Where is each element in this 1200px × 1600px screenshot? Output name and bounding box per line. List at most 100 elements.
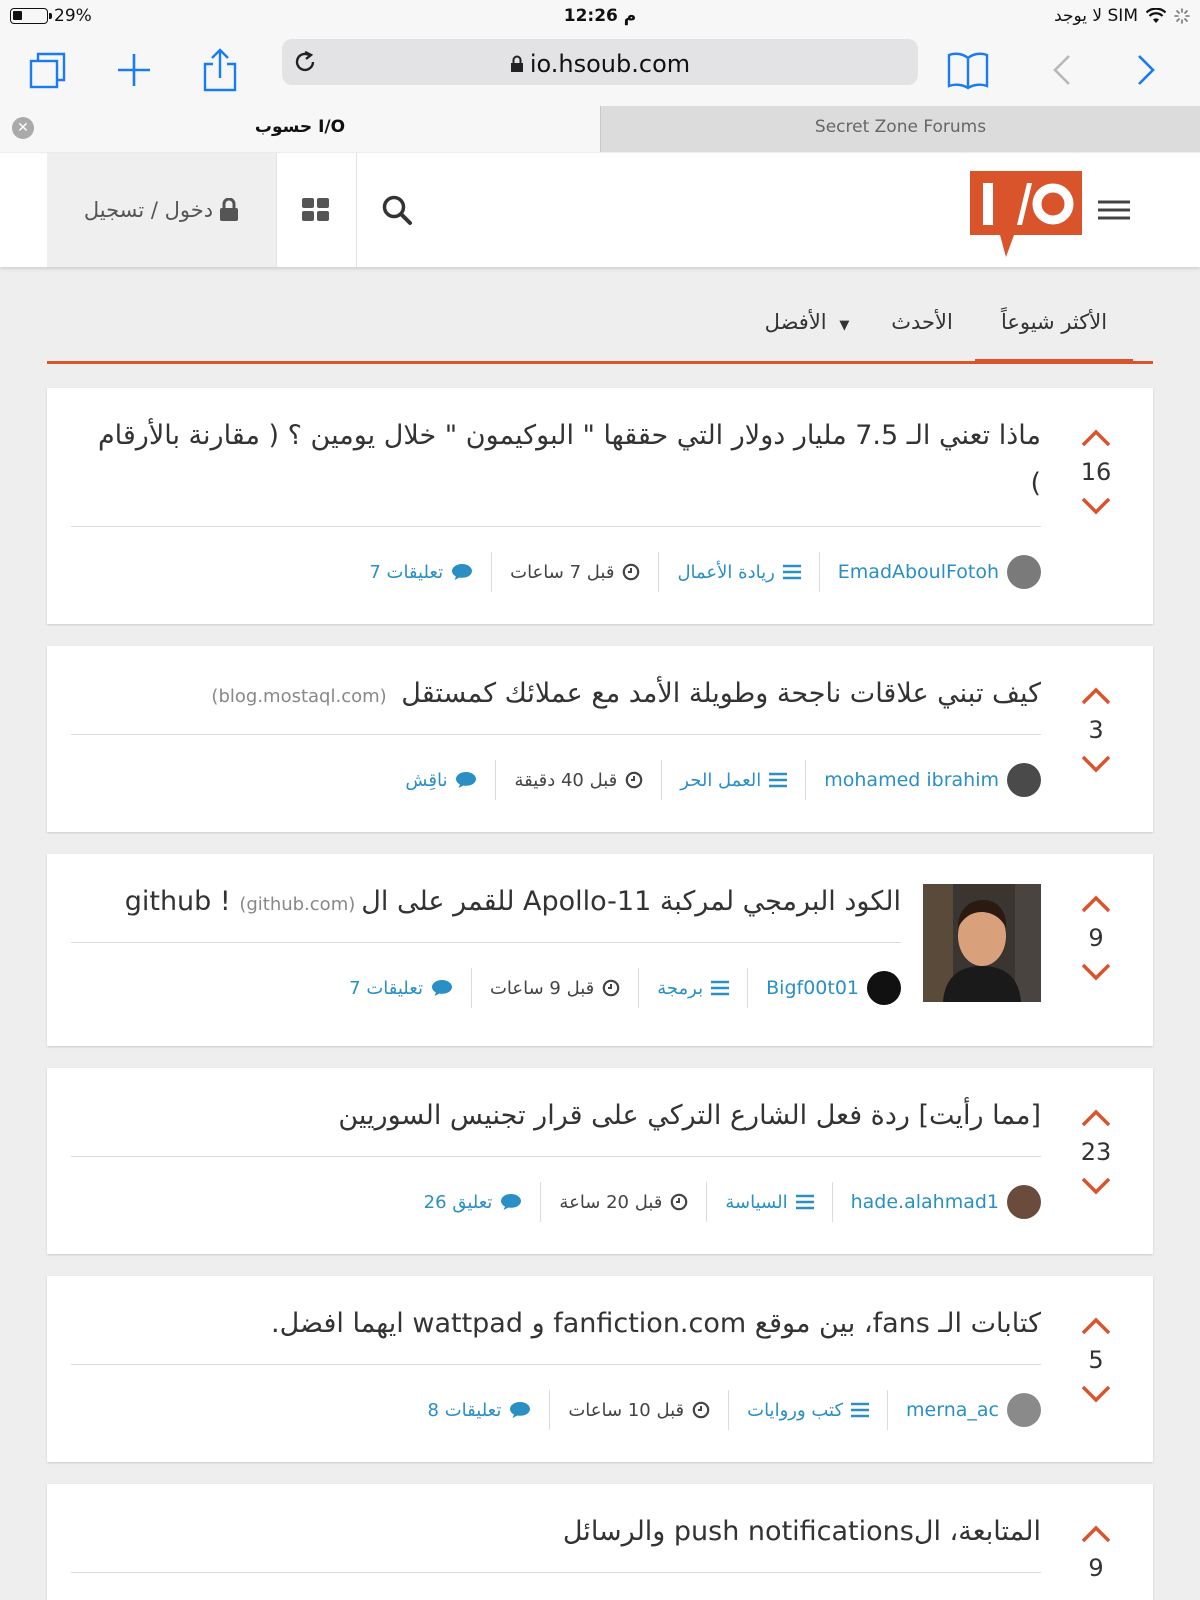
- post-title[interactable]: الكود البرمجي لمركبة Apollo-11 للقمر على…: [83, 878, 901, 929]
- list-icon: [769, 772, 788, 788]
- search-button[interactable]: [357, 153, 437, 267]
- post-author[interactable]: merna_ac: [887, 1390, 1041, 1430]
- browser-toolbar: io.hsoub.com: [0, 34, 1200, 106]
- post-card: 16 ماذا تعني الـ 7.5 مليار دولار التي حق…: [47, 388, 1153, 624]
- divider: [71, 526, 1041, 527]
- tab-title: حسوب I/O: [254, 117, 346, 137]
- login-register-button[interactable]: دخول / تسجيل: [47, 153, 276, 267]
- divider: [71, 942, 901, 943]
- post-domain[interactable]: (github.com): [239, 894, 355, 915]
- post-author[interactable]: EmadAboulFotoh: [818, 552, 1041, 592]
- post-author[interactable]: Bigf00t01: [747, 968, 901, 1008]
- status-bar: 29% 12:26 م لا يوجد SIM: [0, 0, 1200, 34]
- downvote-chevron-icon[interactable]: [1080, 1384, 1112, 1404]
- post-title[interactable]: كتابات الـ fans، بين موقع fanfiction.com…: [83, 1300, 1041, 1348]
- tab-secret-zone[interactable]: Secret Zone Forums: [600, 106, 1200, 152]
- upvote-chevron-icon[interactable]: [1080, 1316, 1112, 1336]
- comments-count: 8 تعليقات: [427, 1399, 502, 1421]
- post-card: 3 كيف تبني علاقات ناجحة وطويلة الأمد مع …: [47, 646, 1153, 832]
- share-icon: [203, 48, 237, 92]
- downvote-chevron-icon[interactable]: [1080, 1176, 1112, 1196]
- post-comments[interactable]: ناقِش: [387, 760, 495, 800]
- tab-newest[interactable]: الأحدث: [877, 310, 967, 364]
- share-button[interactable]: [192, 42, 248, 98]
- grid-icon: [302, 198, 329, 221]
- time-text: قبل 7 ساعات: [510, 561, 615, 583]
- post-comments[interactable]: 7 تعليقات: [351, 552, 491, 592]
- downvote-chevron-icon[interactable]: [1080, 754, 1112, 774]
- post-thumbnail[interactable]: [923, 884, 1041, 1002]
- vote-count: 16: [1080, 458, 1112, 486]
- tab-best[interactable]: الأفضل ▼: [747, 310, 867, 364]
- apps-button[interactable]: [276, 153, 356, 267]
- upvote-chevron-icon[interactable]: [1080, 894, 1112, 914]
- post-title[interactable]: المتابعة، الpush notifications والرسائل: [83, 1508, 1041, 1556]
- tab-most-popular[interactable]: الأكثر شيوعاً: [975, 310, 1133, 364]
- comment-bubble-icon: [501, 1194, 522, 1210]
- avatar: [867, 971, 901, 1005]
- hamburger-menu-icon[interactable]: [1094, 193, 1134, 227]
- back-button[interactable]: [1034, 42, 1090, 98]
- post-time: قبل 9 ساعات: [470, 968, 638, 1008]
- tab-hsoub-io[interactable]: ✕ حسوب I/O: [0, 106, 600, 152]
- bookmarks-button[interactable]: [940, 42, 996, 98]
- divider: [71, 734, 1041, 735]
- divider: [71, 1156, 1041, 1157]
- post-author[interactable]: mohamed ibrahim: [805, 760, 1041, 800]
- vote-count: 3: [1088, 716, 1104, 744]
- post-title[interactable]: كيف تبني علاقات ناجحة وطويلة الأمد مع عم…: [83, 670, 1041, 721]
- post-comments[interactable]: 8 تعليقات: [410, 1390, 550, 1430]
- sort-tabs: الأكثر شيوعاً الأحدث الأفضل ▼: [47, 298, 1153, 364]
- list-icon: [782, 564, 801, 580]
- plus-icon: [118, 54, 150, 86]
- forward-button[interactable]: [1118, 42, 1174, 98]
- post-comments[interactable]: 7 تعليقات: [331, 968, 471, 1008]
- list-icon: [795, 1194, 814, 1210]
- upvote-chevron-icon[interactable]: [1080, 686, 1112, 706]
- post-category[interactable]: العمل الحر: [661, 760, 805, 800]
- post-category[interactable]: كتب وروايات: [728, 1390, 887, 1430]
- url-text[interactable]: io.hsoub.com: [282, 50, 918, 78]
- carrier-label: لا يوجد SIM: [1054, 6, 1138, 26]
- post-title[interactable]: ماذا تعني الـ 7.5 مليار دولار التي حققها…: [83, 412, 1041, 508]
- category-name: برمجة: [657, 977, 704, 999]
- downvote-chevron-icon[interactable]: [1080, 962, 1112, 982]
- address-bar[interactable]: io.hsoub.com: [282, 39, 918, 85]
- post-time: قبل 40 دقيقة: [495, 760, 661, 800]
- comments-count: 7 تعليقات: [349, 977, 423, 999]
- post-author[interactable]: hade.alahmad1: [831, 1182, 1041, 1222]
- post-title-text: ماذا تعني الـ 7.5 مليار دولار التي حققها…: [97, 420, 1041, 499]
- post-meta: EmadAboulFotoh ريادة الأعمال قبل 7 ساعات…: [351, 552, 1041, 592]
- clock-icon: [602, 979, 620, 997]
- vote-widget: 9: [1071, 1524, 1121, 1592]
- category-name: السياسة: [725, 1191, 788, 1213]
- post-category[interactable]: برمجة: [638, 968, 747, 1008]
- clock-icon: [625, 771, 643, 789]
- author-name: hade.alahmad1: [850, 1191, 999, 1213]
- vote-count: 5: [1088, 1346, 1104, 1374]
- post-title[interactable]: [مما رأيت] ردة فعل الشارع التركي على قرا…: [83, 1092, 1041, 1140]
- time-text: قبل 9 ساعات: [489, 977, 595, 999]
- vote-widget: 5: [1071, 1316, 1121, 1404]
- upvote-chevron-icon[interactable]: [1080, 1108, 1112, 1128]
- hsoub-io-logo[interactable]: [970, 171, 1082, 261]
- time-text: قبل 40 دقيقة: [514, 769, 618, 791]
- upvote-chevron-icon[interactable]: [1080, 428, 1112, 448]
- downvote-chevron-icon[interactable]: [1080, 496, 1112, 516]
- wifi-icon: [1146, 8, 1166, 23]
- vote-widget: 23: [1071, 1108, 1121, 1196]
- avatar: [1007, 555, 1041, 589]
- book-icon: [947, 52, 989, 90]
- post-time: قبل 7 ساعات: [491, 552, 658, 592]
- post-comments[interactable]: 26 تعليق: [406, 1182, 541, 1222]
- new-tab-button[interactable]: [106, 42, 162, 98]
- author-name: mohamed ibrahim: [824, 769, 999, 791]
- clock-icon: [623, 563, 640, 581]
- post-domain[interactable]: (blog.mostaql.com): [211, 686, 386, 707]
- post-category[interactable]: ريادة الأعمال: [658, 552, 818, 592]
- vote-count: 9: [1088, 924, 1104, 952]
- tabs-overview-button[interactable]: [20, 42, 76, 98]
- post-category[interactable]: السياسة: [706, 1182, 831, 1222]
- network-indicator: لا يوجد SIM: [1054, 6, 1190, 26]
- upvote-chevron-icon[interactable]: [1080, 1524, 1112, 1544]
